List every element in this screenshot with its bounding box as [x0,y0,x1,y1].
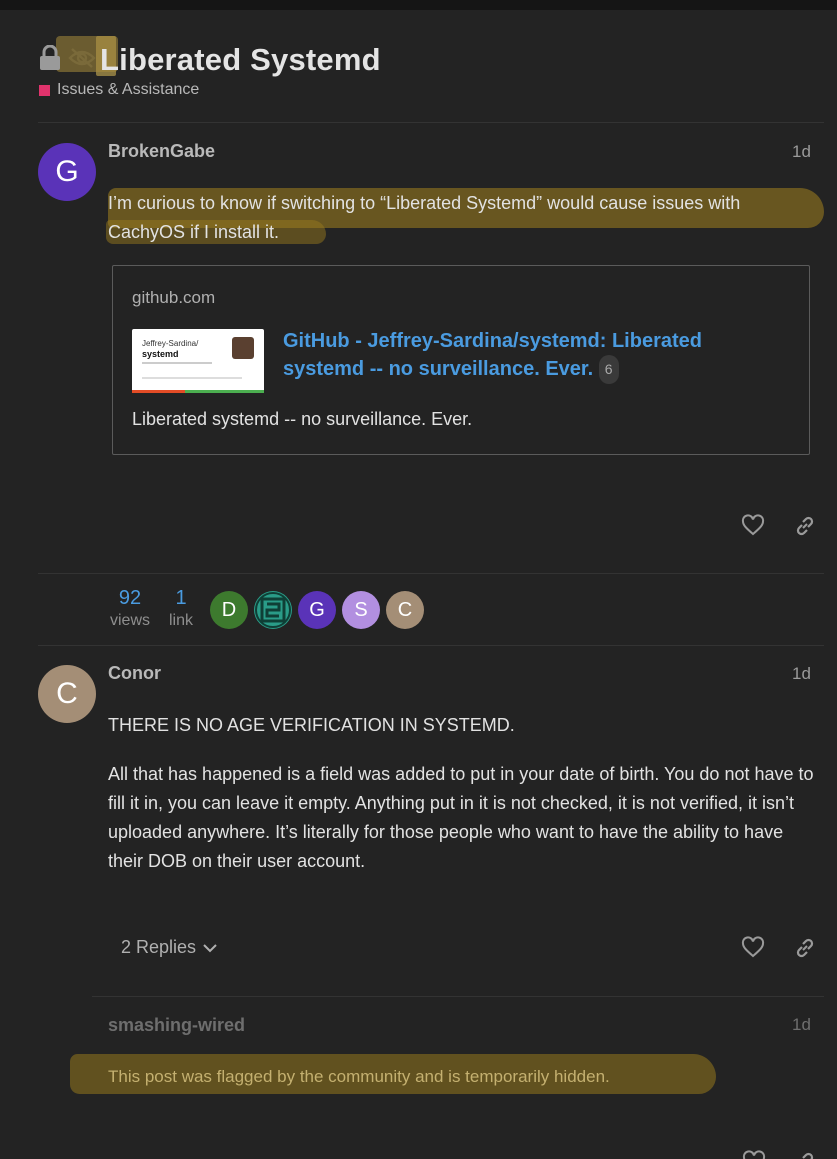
replies-label: 2 Replies [121,937,197,957]
post-age[interactable]: 1d [792,142,811,162]
thumb-repo: systemd [142,349,179,359]
divider [38,573,824,574]
post-username[interactable]: Conor [108,663,161,684]
link-title[interactable]: GitHub - Jeffrey-Sardina/systemd: Libera… [283,328,783,384]
link-preview-card[interactable]: github.com Jeffrey-Sardina/ systemd GitH… [112,265,810,455]
heart-icon [742,1150,766,1159]
post-age[interactable]: 1d [792,1015,811,1035]
links-stat[interactable]: 1 link [162,587,200,630]
replies-button[interactable]: 2 Replies [121,937,218,958]
link-description: Liberated systemd -- no surveillance. Ev… [132,409,473,429]
copy-link-button[interactable] [793,1150,817,1159]
chevron-down-icon [203,943,217,952]
copy-link-button[interactable] [793,514,817,538]
participant-avatar[interactable]: S [342,591,380,629]
category-badge[interactable]: Issues & Assistance [39,81,199,99]
lock-icon [38,44,62,76]
divider [92,996,824,997]
copy-link-button[interactable] [793,936,817,960]
page-title[interactable]: Liberated Systemd [96,36,381,78]
heart-icon [741,514,765,536]
hidden-post-notice[interactable]: This post was flagged by the community a… [108,1067,610,1087]
heart-icon [741,936,765,958]
top-bar [0,0,837,10]
link-icon [796,938,814,958]
avatar-letter: C [56,677,78,710]
participant-avatar[interactable]: C [386,591,424,629]
post-paragraph: THERE IS NO AGE VERIFICATION IN SYSTEMD. [108,715,515,735]
link-icon [802,1152,814,1159]
post-body: I’m curious to know if switching to “Lib… [108,193,741,242]
thumb-avatar [232,337,254,359]
thumb-owner: Jeffrey-Sardina/ [142,339,199,348]
divider [38,122,824,123]
link-thumbnail[interactable]: Jeffrey-Sardina/ systemd [132,329,264,393]
links-count: 1 [175,587,187,609]
participant-avatar[interactable]: D [210,591,248,629]
post-username[interactable]: smashing-wired [108,1015,245,1036]
post-username[interactable]: BrokenGabe [108,141,215,162]
link-domain[interactable]: github.com [132,288,215,308]
category-label: Issues & Assistance [57,81,200,98]
topic-title-row: Liberated Systemd [38,36,381,80]
views-count: 92 [118,587,142,609]
participant-avatar[interactable]: G [298,591,336,629]
link-icon [796,516,814,536]
link-click-count: 6 [598,355,619,384]
links-label: link [168,612,193,629]
avatar-letter: G [55,155,79,188]
like-button[interactable] [742,1150,766,1159]
like-button[interactable] [741,514,765,538]
post-age[interactable]: 1d [792,664,811,684]
post-paragraph: All that has happened is a field was add… [108,764,814,871]
views-stat: 92 views [108,587,152,630]
pattern-avatar-icon [255,592,291,628]
participant-avatar[interactable] [254,591,292,629]
eye-slash-icon [68,47,96,74]
divider [38,645,824,646]
category-color-square [39,84,50,96]
avatar[interactable]: G [38,143,96,201]
views-label: views [109,612,150,629]
avatar[interactable]: C [38,665,96,723]
like-button[interactable] [741,936,765,960]
